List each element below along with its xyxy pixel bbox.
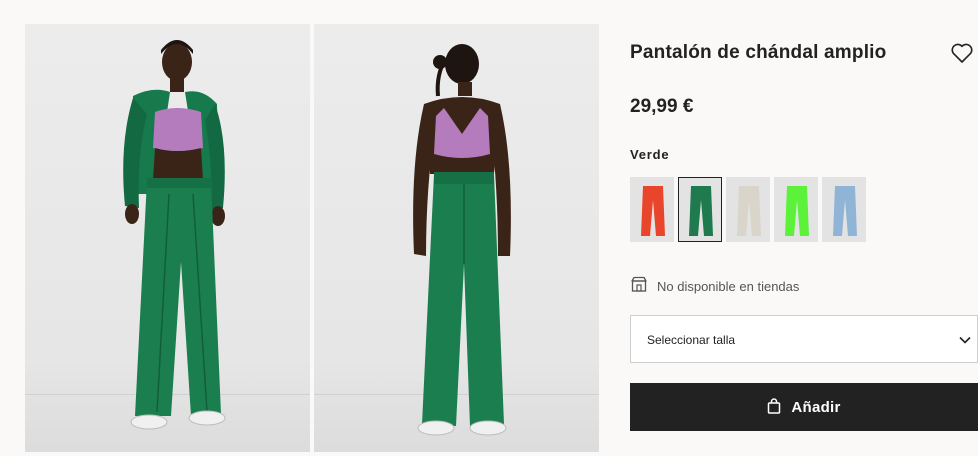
color-swatches — [630, 177, 866, 242]
color-swatch-neon-green[interactable] — [774, 177, 818, 242]
add-to-bag-label: Añadir — [791, 398, 841, 416]
bag-icon — [767, 397, 781, 417]
color-swatch-light-blue[interactable] — [822, 177, 866, 242]
store-icon — [630, 275, 648, 298]
model-front-figure — [123, 40, 226, 430]
selected-color-label: Verde — [630, 147, 670, 162]
product-image-back[interactable] — [314, 24, 599, 452]
product-image-front[interactable] — [25, 24, 310, 452]
size-select-placeholder: Seleccionar talla — [647, 333, 736, 347]
size-select[interactable]: Seleccionar talla — [630, 315, 978, 363]
heart-icon[interactable] — [950, 41, 974, 65]
product-price: 29,99 € — [630, 96, 694, 117]
color-swatch-beige[interactable] — [726, 177, 770, 242]
chevron-down-icon — [958, 333, 972, 352]
product-info-panel: Pantalón de chándal amplio 29,99 € Verde — [630, 0, 978, 456]
store-availability-text: No disponible en tiendas — [657, 279, 800, 294]
product-title: Pantalón de chándal amplio — [630, 42, 887, 63]
model-back-figure — [413, 44, 511, 436]
add-to-bag-button[interactable]: Añadir — [630, 383, 978, 431]
color-swatch-green[interactable] — [678, 177, 722, 242]
store-availability: No disponible en tiendas — [630, 275, 799, 298]
color-swatch-red[interactable] — [630, 177, 674, 242]
